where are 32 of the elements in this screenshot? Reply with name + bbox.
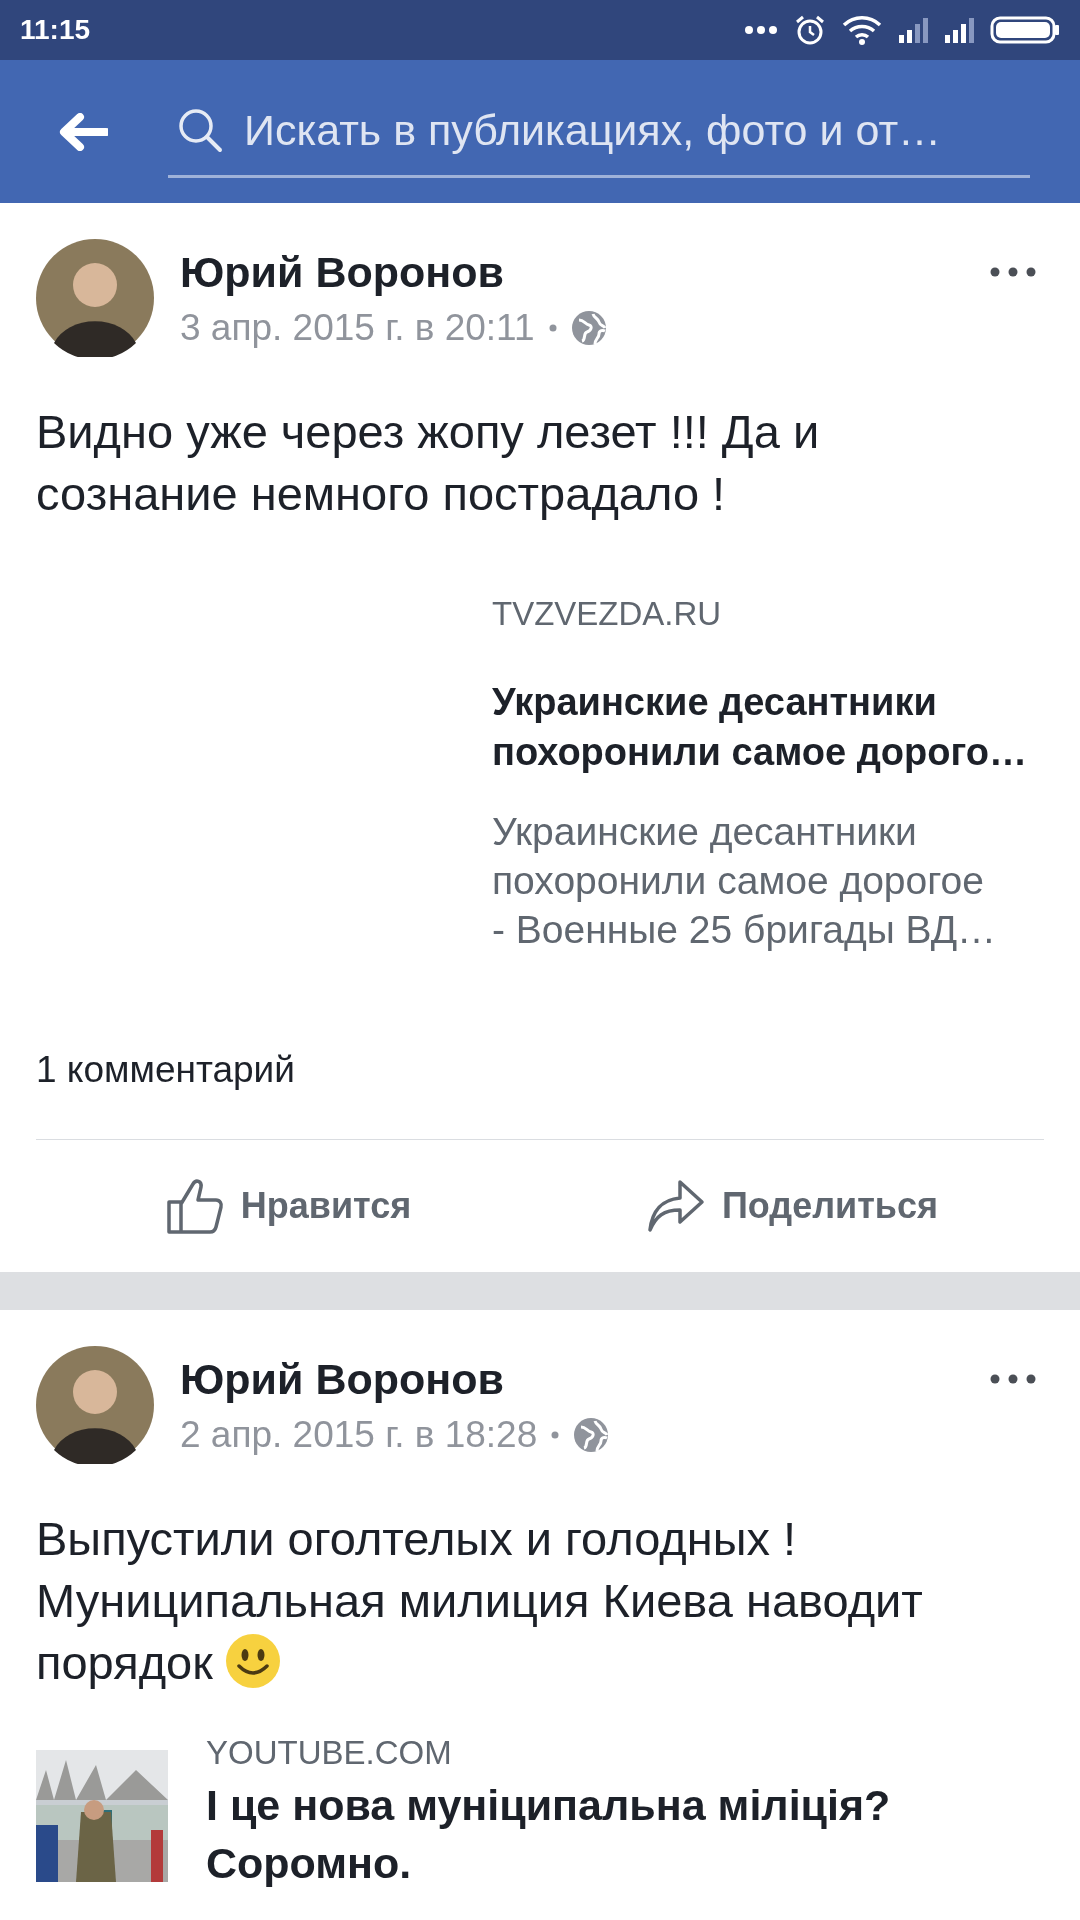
back-arrow-icon[interactable] xyxy=(58,112,108,151)
post-text: Выпустили оголтелых и голодных ! Муниципальная милиция Киева наводит порядок xyxy=(36,1511,924,1691)
avatar[interactable] xyxy=(36,1346,154,1464)
post-text: Видно уже через жопу лезет !!! Да и сознание немного пострадало ! xyxy=(36,404,821,522)
search-icon xyxy=(176,106,224,154)
thumbs-up-icon xyxy=(164,1176,225,1236)
alarm-clock-icon xyxy=(794,14,826,46)
more-options-icon[interactable] xyxy=(990,1374,1036,1384)
wifi-icon xyxy=(842,15,882,45)
link-source[interactable]: YOUTUBE.COM xyxy=(206,1734,891,1772)
battery-icon xyxy=(990,16,1060,44)
more-dots-icon xyxy=(744,25,778,35)
globe-icon xyxy=(573,1416,610,1453)
like-button[interactable]: Нравится xyxy=(36,1140,540,1272)
link-preview[interactable]: TVZVEZDA.RU Украинские десантники похоронили самое дорого… Украинские десантники похоронили самое дорогое - Военные 25 бригады ВД… xyxy=(36,595,1044,954)
status-time: 11:15 xyxy=(20,14,91,46)
link-title[interactable]: І це нова муніципальна міліція? Соромно. xyxy=(206,1776,891,1892)
author-name[interactable]: Юрий Воронов xyxy=(180,1354,964,1404)
signal-icon xyxy=(944,17,974,43)
avatar[interactable] xyxy=(36,239,154,357)
search-field[interactable]: Искать в публикациях, фото и от… xyxy=(168,85,1030,178)
link-source: TVZVEZDA.RU xyxy=(492,595,723,633)
share-button[interactable]: Поделиться xyxy=(540,1140,1044,1272)
comment-count[interactable]: 1 комментарий xyxy=(36,1049,1044,1140)
dot-separator-icon xyxy=(551,1430,560,1439)
link-description: Украинские десантники похоронили самое дорогое - Военные 25 бригады ВД… xyxy=(492,809,998,953)
more-options-icon[interactable] xyxy=(990,267,1036,277)
globe-icon xyxy=(570,309,607,346)
link-title: Украинские десантники похоронили самое дорого… xyxy=(492,680,1027,775)
dot-separator-icon xyxy=(548,323,557,332)
signal-icon xyxy=(898,17,928,43)
author-name[interactable]: Юрий Воронов xyxy=(180,247,964,297)
